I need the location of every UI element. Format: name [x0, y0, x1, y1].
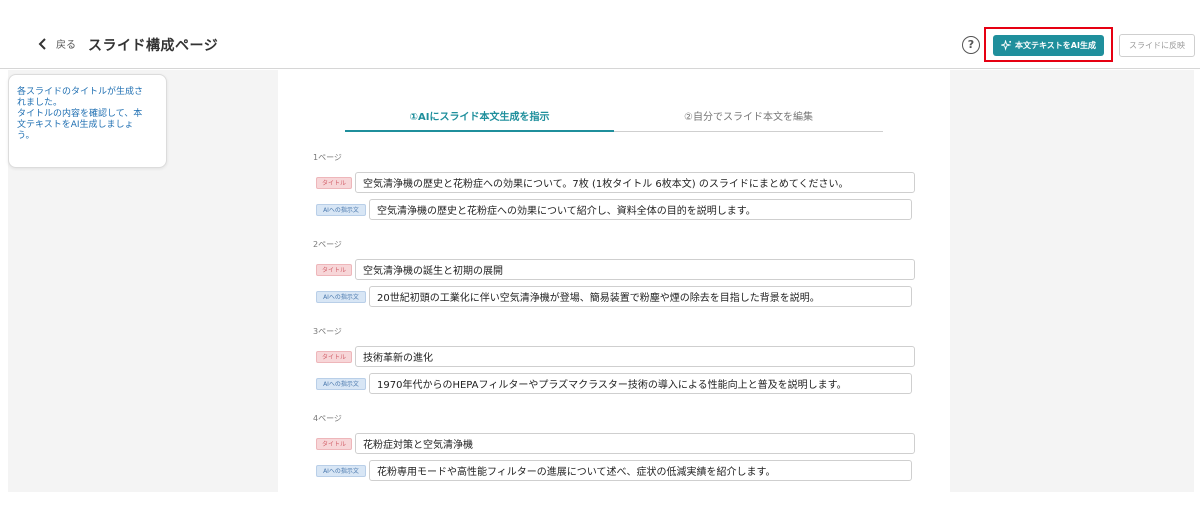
title-tag: タイトル — [316, 176, 352, 189]
chevron-left-icon — [38, 37, 46, 50]
instruction-row: AIへの指示文 20世紀初頭の工業化に伴い空気清浄機が登場、簡易装置で粉塵や煙の… — [316, 286, 912, 307]
page-label: 1ページ — [313, 153, 342, 162]
title-row: タイトル 技術革新の進化 — [316, 346, 915, 367]
tip-line: 文テキストをAI生成しましょ — [17, 120, 134, 130]
page-section-4: 4ページ タイトル 花粉症対策と空気清浄機 AIへの指示文 花粉専用モードや高性… — [313, 413, 915, 481]
instruction-input[interactable]: 空気清浄機の歴史と花粉症への効果について紹介し、資料全体の目的を説明します。 — [369, 199, 912, 220]
tab-ai-instruct[interactable]: ①AIにスライド本文生成を指示 — [345, 108, 614, 132]
page-title: スライド構成ページ — [88, 38, 219, 54]
ai-instruction-tag: AIへの指示文 — [316, 203, 366, 216]
tip-bubble: 各スライドのタイトルが生成さ れました。 タイトルの内容を確認して、本 文テキス… — [8, 74, 167, 168]
mode-tabs: ①AIにスライド本文生成を指示 ②自分でスライド本文を編集 — [345, 108, 883, 132]
page-section-1: 1ページ タイトル 空気清浄機の歴史と花粉症への効果について。7枚 (1枚タイト… — [313, 152, 915, 220]
page-label: 2ページ — [313, 240, 342, 249]
ai-instruction-tag: AIへの指示文 — [316, 290, 366, 303]
ai-instruction-tag: AIへの指示文 — [316, 464, 366, 477]
title-row: タイトル 空気清浄機の歴史と花粉症への効果について。7枚 (1枚タイトル 6枚本… — [316, 172, 915, 193]
page-label: 4ページ — [313, 414, 342, 423]
sparkle-icon — [1001, 40, 1012, 51]
title-row: タイトル 空気清浄機の誕生と初期の展開 — [316, 259, 915, 280]
title-input[interactable]: 花粉症対策と空気清浄機 — [355, 433, 915, 454]
instruction-row: AIへの指示文 花粉専用モードや高性能フィルターの進展について述べ、症状の低減実… — [316, 460, 912, 481]
title-tag: タイトル — [316, 350, 352, 363]
title-tag: タイトル — [316, 437, 352, 450]
title-tag: タイトル — [316, 263, 352, 276]
tip-line: 各スライドのタイトルが生成さ — [17, 87, 144, 97]
tab-manual-edit[interactable]: ②自分でスライド本文を編集 — [614, 108, 883, 132]
page-label: 3ページ — [313, 327, 342, 336]
instruction-row: AIへの指示文 1970年代からのHEPAフィルターやプラズマクラスター技術の導… — [316, 373, 912, 394]
title-input[interactable]: 空気清浄機の歴史と花粉症への効果について。7枚 (1枚タイトル 6枚本文) のス… — [355, 172, 915, 193]
back-label: 戻る — [56, 40, 76, 51]
page-section-2: 2ページ タイトル 空気清浄機の誕生と初期の展開 AIへの指示文 20世紀初頭の… — [313, 239, 915, 307]
instruction-input[interactable]: 1970年代からのHEPAフィルターやプラズマクラスター技術の導入による性能向上… — [369, 373, 912, 394]
tip-line: れました。 — [17, 98, 63, 108]
page-section-3: 3ページ タイトル 技術革新の進化 AIへの指示文 1970年代からのHEPAフ… — [313, 326, 915, 394]
title-input[interactable]: 空気清浄機の誕生と初期の展開 — [355, 259, 915, 280]
title-row: タイトル 花粉症対策と空気清浄機 — [316, 433, 915, 454]
ai-instruction-tag: AIへの指示文 — [316, 377, 366, 390]
title-input[interactable]: 技術革新の進化 — [355, 346, 915, 367]
help-icon[interactable]: ? — [962, 36, 980, 54]
instruction-row: AIへの指示文 空気清浄機の歴史と花粉症への効果について紹介し、資料全体の目的を… — [316, 199, 912, 220]
tip-line: う。 — [17, 131, 35, 141]
right-side-panel — [950, 70, 1194, 492]
ai-generate-button[interactable]: 本文テキストをAI生成 — [993, 35, 1104, 56]
back-button[interactable]: 戻る — [36, 36, 76, 51]
ai-generate-label: 本文テキストをAI生成 — [1015, 41, 1096, 50]
reflect-to-slides-button[interactable]: スライドに反映 — [1119, 34, 1195, 57]
tip-line: タイトルの内容を確認して、本 — [17, 109, 143, 119]
instruction-input[interactable]: 花粉専用モードや高性能フィルターの進展について述べ、症状の低減実績を紹介します。 — [369, 460, 912, 481]
instruction-input[interactable]: 20世紀初頭の工業化に伴い空気清浄機が登場、簡易装置で粉塵や煙の除去を目指した背… — [369, 286, 912, 307]
